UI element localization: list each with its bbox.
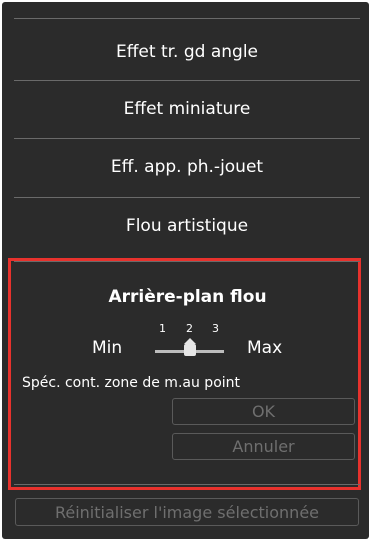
ok-button[interactable]: OK bbox=[172, 398, 355, 425]
cancel-button[interactable]: Annuler bbox=[172, 433, 355, 460]
slider-tick-3: 3 bbox=[212, 322, 219, 335]
slider-thumb[interactable] bbox=[184, 338, 196, 356]
slider-tick-2: 2 bbox=[186, 322, 193, 335]
slider-tick-1: 1 bbox=[159, 322, 166, 335]
separator bbox=[14, 261, 360, 262]
menu-item-soft-focus[interactable]: Flou artistique bbox=[14, 198, 360, 254]
separator bbox=[14, 484, 360, 485]
effects-panel: Effet tr. gd angle Effet miniature Eff. … bbox=[2, 2, 369, 539]
separator bbox=[14, 18, 360, 19]
menu-item-wide-angle[interactable]: Effet tr. gd angle bbox=[14, 24, 360, 80]
slider-min-label: Min bbox=[92, 338, 123, 358]
section-title: Arrière-plan flou bbox=[108, 287, 267, 307]
focus-area-instruction: Spéc. cont. zone de m.au point bbox=[22, 375, 241, 391]
menu-item-miniature[interactable]: Effet miniature bbox=[14, 81, 360, 137]
slider-max-label: Max bbox=[247, 338, 283, 358]
menu-item-toy-camera[interactable]: Eff. app. ph.-jouet bbox=[14, 139, 360, 195]
reset-image-button[interactable]: Réinitialiser l'image sélectionnée bbox=[15, 498, 359, 526]
